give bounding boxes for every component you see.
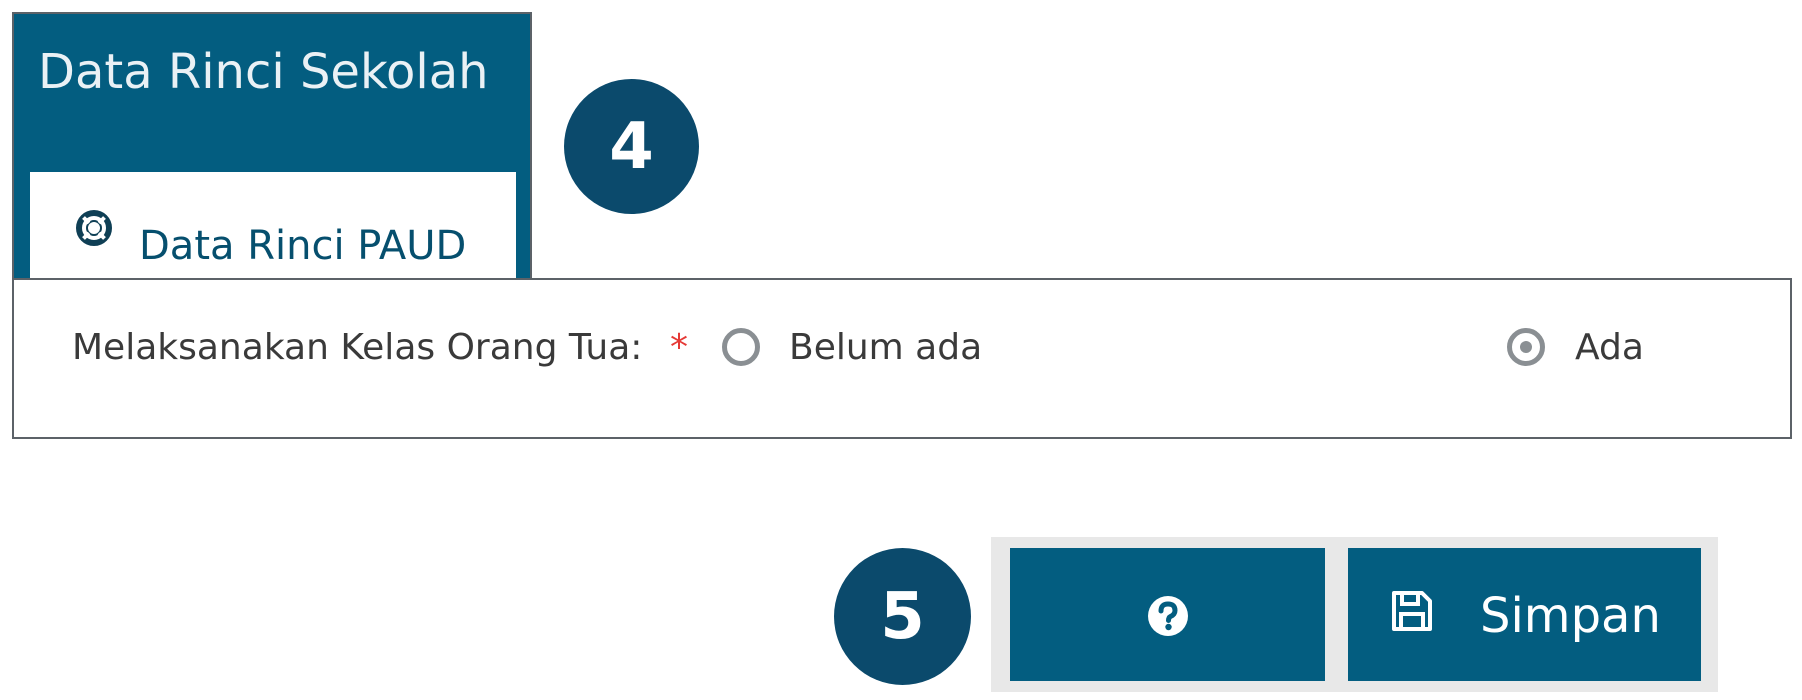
life-ring-icon [74,208,114,248]
help-button[interactable] [1010,548,1325,681]
radio-ada[interactable] [1507,328,1545,366]
step-badge-4: 4 [564,79,699,214]
tab-data-rinci-paud[interactable]: Data Rinci PAUD [30,172,516,286]
step-badge-5: 5 [834,548,971,685]
tab-label: Data Rinci PAUD [139,223,467,269]
radio-label-ada[interactable]: Ada [1575,330,1644,366]
page-title: Data Rinci Sekolah [38,44,489,100]
radio-selected-dot [1520,341,1532,353]
form-section: Melaksanakan Kelas Orang Tua: * Belum ad… [12,278,1792,439]
field-label: Melaksanakan Kelas Orang Tua: [72,327,643,368]
required-marker: * [670,327,688,368]
radio-label-belum-ada[interactable]: Belum ada [789,330,982,366]
question-circle-icon [1146,594,1190,638]
header-panel: Data Rinci Sekolah Data Rinci PAUD [12,12,532,286]
save-button[interactable]: Simpan [1348,548,1701,681]
save-label: Simpan [1480,588,1661,644]
floppy-disk-icon [1390,589,1434,633]
radio-belum-ada[interactable] [722,328,760,366]
